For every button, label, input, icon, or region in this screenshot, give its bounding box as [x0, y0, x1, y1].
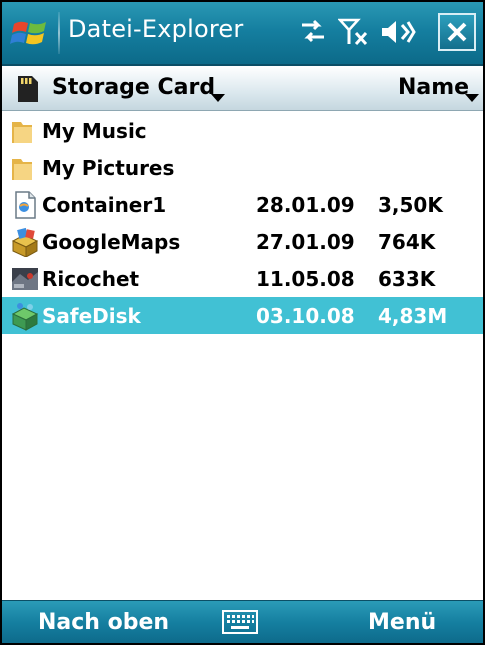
file-size: 633K: [378, 267, 436, 291]
file-date: 11.05.08: [256, 267, 355, 291]
file-name: My Pictures: [42, 156, 175, 180]
installer-icon: [10, 227, 40, 258]
list-item[interactable]: My Music: [2, 112, 483, 149]
document-icon: [10, 190, 40, 220]
keyboard-icon[interactable]: [222, 610, 258, 638]
file-date: 28.01.09: [256, 193, 355, 217]
file-name: Container1: [42, 193, 167, 217]
file-size: 3,50K: [378, 193, 443, 217]
header-bar: Storage Card Name: [2, 66, 483, 111]
up-button[interactable]: Nach oben: [38, 610, 169, 635]
title-separator: [58, 12, 60, 54]
list-item[interactable]: My Pictures: [2, 149, 483, 186]
file-name: SafeDisk: [42, 304, 141, 328]
menu-button[interactable]: Menü: [368, 610, 436, 635]
windows-start-icon[interactable]: [10, 14, 50, 52]
folder-selector[interactable]: Storage Card: [52, 75, 215, 100]
device-screen: Datei-Explorer Storage Card Name My Musi…: [0, 0, 485, 645]
window-title: Datei-Explorer: [68, 15, 244, 43]
softkey-bar: Nach oben Menü: [2, 600, 483, 643]
file-size: 764K: [378, 230, 436, 254]
list-item-selected[interactable]: SafeDisk 03.10.08 4,83M: [2, 297, 483, 334]
connectivity-icon[interactable]: [298, 17, 328, 49]
chevron-down-icon[interactable]: [210, 88, 226, 107]
close-icon[interactable]: [438, 13, 476, 51]
file-name: GoogleMaps: [42, 230, 181, 254]
list-item[interactable]: GoogleMaps 27.01.09 764K: [2, 223, 483, 260]
storage-card-icon: [12, 74, 42, 108]
file-list: My Music My Pictures Container1 28.01.09…: [2, 112, 483, 334]
file-date: 27.01.09: [256, 230, 355, 254]
list-item[interactable]: Ricochet 11.05.08 633K: [2, 260, 483, 297]
volume-icon[interactable]: [380, 17, 416, 51]
folder-icon: [10, 116, 40, 146]
list-item[interactable]: Container1 28.01.09 3,50K: [2, 186, 483, 223]
folder-icon: [10, 153, 40, 183]
title-bar: Datei-Explorer: [2, 2, 483, 66]
game-icon: [10, 264, 40, 294]
file-name: My Music: [42, 119, 147, 143]
file-date: 03.10.08: [256, 304, 355, 328]
chevron-down-icon[interactable]: [464, 88, 480, 107]
signal-off-icon[interactable]: [337, 17, 370, 51]
file-size: 4,83M: [378, 304, 448, 328]
safedisk-icon: [10, 301, 40, 331]
sort-selector[interactable]: Name: [398, 75, 469, 100]
file-name: Ricochet: [42, 267, 140, 291]
